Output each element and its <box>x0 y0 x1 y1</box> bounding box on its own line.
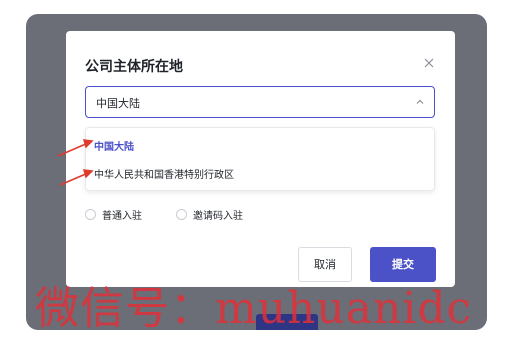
option-mainland[interactable]: 中国大陆 <box>94 138 134 153</box>
entry-type-radio-group: 普通入驻 邀请码入驻 <box>85 207 385 225</box>
option-hong-kong[interactable]: 中华人民共和国香港特别行政区 <box>94 166 234 181</box>
radio-label: 普通入驻 <box>102 211 142 222</box>
radio-label: 邀请码入驻 <box>193 211 243 222</box>
radio-circle[interactable] <box>176 209 187 220</box>
close-icon[interactable] <box>422 56 436 70</box>
chevron-up-icon <box>416 99 424 104</box>
radio-normal-entry[interactable]: 普通入驻 <box>85 207 142 222</box>
radio-invite-entry[interactable]: 邀请码入驻 <box>176 207 243 222</box>
location-modal: 公司主体所在地 中国大陆 中国大陆 中华人民共和国香港特别行政区 普通入驻 邀请… <box>66 31 455 287</box>
modal-title: 公司主体所在地 <box>85 59 183 75</box>
radio-circle[interactable] <box>85 209 96 220</box>
watermark-text: 微信号：muhuanidc <box>35 283 473 334</box>
location-select[interactable]: 中国大陆 <box>85 86 435 118</box>
location-dropdown: 中国大陆 中华人民共和国香港特别行政区 <box>85 127 435 191</box>
select-value: 中国大陆 <box>96 97 140 110</box>
